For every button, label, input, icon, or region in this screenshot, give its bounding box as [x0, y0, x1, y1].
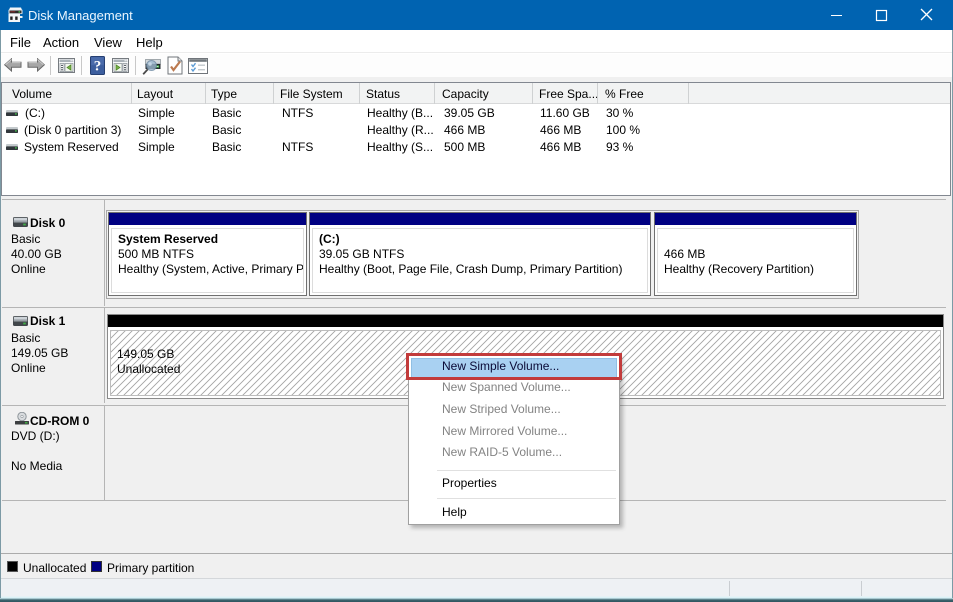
- svg-text:?: ?: [94, 59, 102, 75]
